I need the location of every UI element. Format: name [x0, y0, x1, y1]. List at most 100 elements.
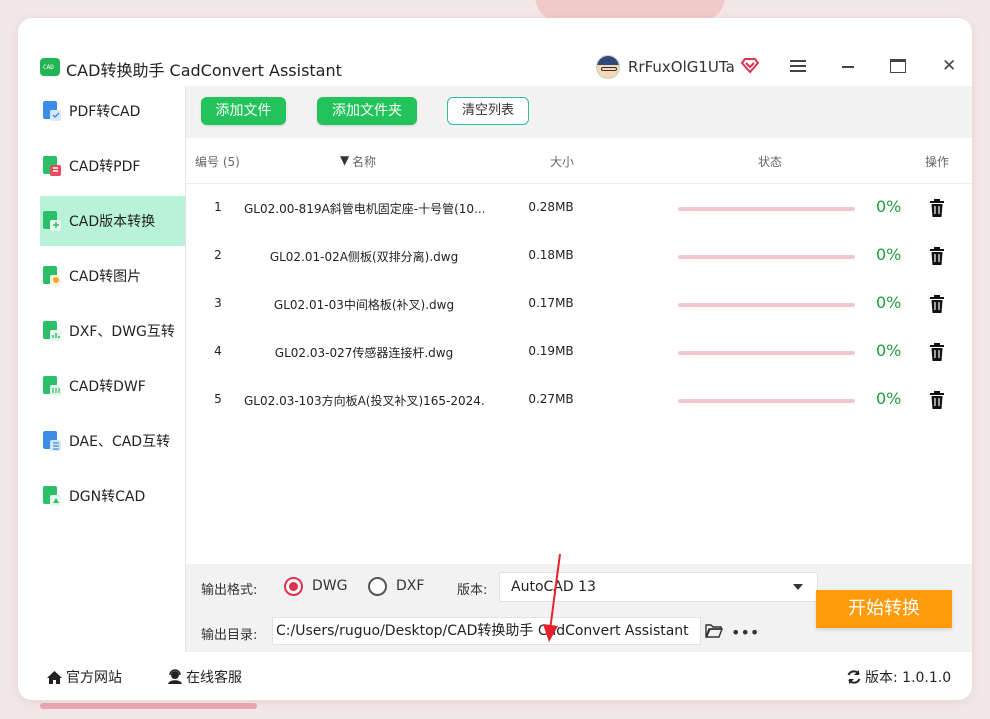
sidebar-item-cad-to-dwf[interactable]: CAD转DWF: [40, 361, 185, 411]
progress-bar: [678, 207, 855, 211]
website-link[interactable]: 官方网站: [46, 667, 122, 687]
table-row[interactable]: 1 GL02.00-819A斜管电机固定座-十号管(10... 0.28MB 0…: [186, 185, 972, 233]
home-icon: [47, 670, 62, 684]
app-logo-icon: CAD: [40, 58, 60, 76]
sidebar-item-label: DAE、CAD互转: [69, 434, 171, 450]
avatar[interactable]: [596, 55, 620, 79]
progress-percent: 0%: [876, 389, 902, 408]
more-options-icon[interactable]: •••: [731, 623, 759, 642]
dgn-icon: [43, 486, 61, 506]
app-logo-text: CAD: [43, 64, 54, 71]
row-index: 2: [214, 248, 222, 262]
sidebar-item-cad-to-pdf[interactable]: CAD转PDF: [40, 141, 185, 191]
dxf-dwg-icon: [43, 321, 61, 341]
table-row[interactable]: 4 GL02.03-027传感器连接杆.dwg 0.19MB 0%: [186, 329, 972, 377]
progress-bar: [678, 399, 855, 403]
add-folder-button[interactable]: 添加文件夹: [317, 97, 417, 125]
version-info[interactable]: 版本: 1.0.1.0: [846, 667, 951, 687]
table-row[interactable]: 2 GL02.01-02A侧板(双排分离).dwg 0.18MB 0%: [186, 233, 972, 281]
background-bar: [40, 703, 257, 709]
annotation-arrow-icon: [543, 553, 561, 642]
support-link-label: 在线客服: [186, 670, 242, 686]
sidebar-item-label: CAD版本转换: [69, 214, 156, 230]
chevron-down-icon: [793, 584, 803, 590]
row-file-size: 0.17MB: [528, 296, 574, 310]
row-file-name: GL02.01-02A侧板(双排分离).dwg: [269, 250, 459, 264]
cad-pdf-icon: [43, 156, 61, 176]
folder-open-icon[interactable]: [705, 623, 723, 638]
trash-icon[interactable]: [929, 247, 945, 265]
progress-bar: [678, 255, 855, 259]
sidebar-item-cad-to-image[interactable]: CAD转图片: [40, 251, 185, 301]
version-text: 版本: 1.0.1.0: [865, 670, 952, 686]
minimize-icon[interactable]: [842, 66, 854, 68]
row-index: 5: [214, 392, 222, 406]
vip-heart-icon[interactable]: [740, 55, 760, 75]
refresh-icon: [847, 670, 861, 684]
output-format-label: 输出格式:: [201, 583, 258, 598]
dwf-icon: [43, 376, 61, 396]
sidebar-item-dgn-to-cad[interactable]: DGN转CAD: [40, 471, 185, 521]
table-row[interactable]: 5 GL02.03-103方向板A(投叉补叉)165-2024... 0.27M…: [186, 377, 972, 425]
format-dxf-radio[interactable]: [368, 577, 387, 596]
sidebar-item-label: DGN转CAD: [69, 489, 146, 505]
version-label: 版本:: [457, 583, 488, 598]
start-convert-button[interactable]: 开始转换: [816, 590, 952, 628]
trash-icon[interactable]: [929, 199, 945, 217]
hamburger-menu-icon[interactable]: [790, 60, 806, 74]
column-size[interactable]: 大小: [550, 153, 574, 170]
add-file-button[interactable]: 添加文件: [201, 97, 286, 125]
clear-list-button[interactable]: 清空列表: [447, 97, 529, 125]
pdf-file-icon: [43, 101, 61, 121]
format-dwg-label[interactable]: DWG: [312, 578, 347, 594]
column-action: 操作: [925, 155, 950, 169]
website-link-label: 官方网站: [66, 670, 122, 686]
row-file-size: 0.28MB: [528, 200, 574, 214]
sort-down-icon[interactable]: ▼: [340, 153, 349, 167]
table-row[interactable]: 3 GL02.01-03中间格板(补叉).dwg 0.17MB 0%: [186, 281, 972, 329]
progress-bar: [678, 351, 855, 355]
output-dir-input[interactable]: C:/Users/ruguo/Desktop/CAD转换助手 CadConver…: [272, 617, 701, 645]
progress-percent: 0%: [876, 245, 902, 264]
row-file-name: GL02.01-03中间格板(补叉).dwg: [273, 298, 455, 312]
progress-bar: [678, 303, 855, 307]
row-index: 4: [214, 344, 222, 358]
progress-percent: 0%: [876, 293, 902, 312]
dae-icon: [43, 431, 61, 451]
format-dwg-radio[interactable]: [284, 577, 303, 596]
format-dxf-label[interactable]: DXF: [396, 578, 424, 594]
row-file-name: GL02.03-027传感器连接杆.dwg: [274, 346, 454, 360]
user-name[interactable]: RrFuxOlG1UTa: [628, 58, 735, 76]
row-file-name: GL02.03-103方向板A(投叉补叉)165-2024...: [244, 394, 484, 408]
row-file-size: 0.18MB: [528, 248, 574, 262]
sidebar-item-label: PDF转CAD: [69, 104, 141, 120]
trash-icon[interactable]: [929, 343, 945, 361]
output-dir-label: 输出目录:: [201, 628, 258, 643]
table-header: 编号 (5) ▼ 名称 大小 状态 操作: [186, 138, 972, 184]
sidebar-item-label: DXF、DWG互转: [69, 324, 175, 340]
image-icon: [43, 266, 61, 286]
column-index[interactable]: 编号 (5): [195, 153, 240, 170]
sidebar-item-pdf-to-cad[interactable]: PDF转CAD: [40, 86, 185, 136]
app-title: CAD转换助手 CadConvert Assistant: [66, 61, 342, 80]
row-index: 3: [214, 296, 222, 310]
trash-icon[interactable]: [929, 295, 945, 313]
column-name[interactable]: 名称: [352, 153, 376, 170]
sidebar-item-dae-cad[interactable]: DAE、CAD互转: [40, 416, 185, 466]
customer-service-icon: [168, 669, 182, 684]
sidebar-item-cad-version[interactable]: CAD版本转换: [40, 196, 185, 246]
close-icon[interactable]: ✕: [942, 56, 962, 76]
trash-icon[interactable]: [929, 391, 945, 409]
progress-percent: 0%: [876, 341, 902, 360]
support-link[interactable]: 在线客服: [167, 667, 242, 687]
sidebar-item-label: CAD转PDF: [69, 159, 141, 175]
row-file-name: GL02.00-819A斜管电机固定座-十号管(10...: [244, 202, 484, 216]
app-window: CAD CAD转换助手 CadConvert Assistant RrFuxOl…: [18, 18, 972, 700]
cad-version-icon: [43, 211, 61, 231]
sidebar-item-dxf-dwg[interactable]: DXF、DWG互转: [40, 306, 185, 356]
maximize-icon[interactable]: [890, 59, 906, 73]
sidebar: PDF转CAD CAD转PDF CAD版本转换 CAD转图片 DXF、DWG互转…: [40, 86, 185, 652]
sidebar-item-label: CAD转图片: [69, 269, 142, 285]
footer: 官方网站 在线客服 版本: 1.0.1.0: [18, 652, 972, 700]
column-status: 状态: [758, 155, 783, 169]
